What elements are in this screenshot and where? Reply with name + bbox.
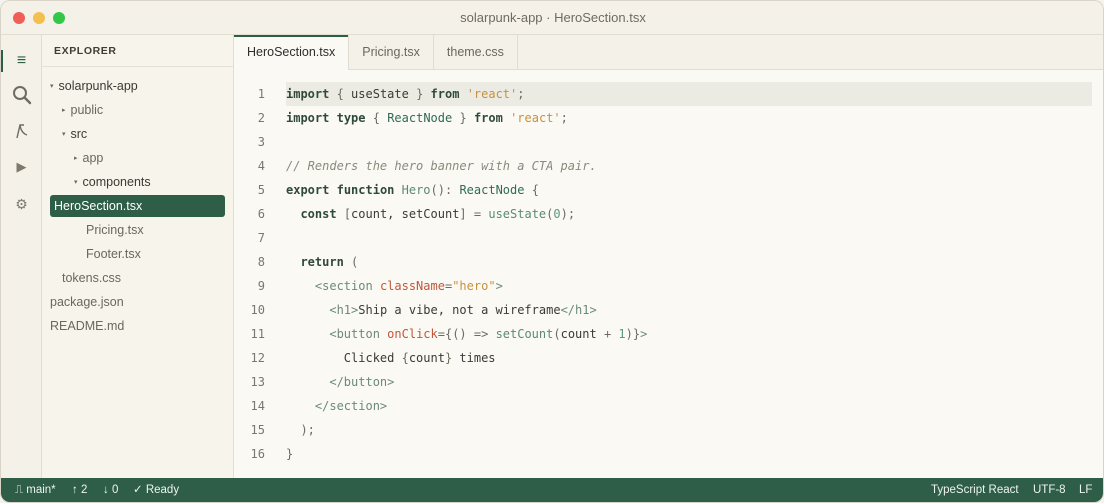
run-icon[interactable]: ▶ xyxy=(1,152,42,182)
activity-bar: ≡ ▶ ⚙ xyxy=(1,35,42,478)
title-bar: solarpunk-app · HeroSection.tsx xyxy=(1,1,1103,35)
tree-file-tokens[interactable]: tokens.css xyxy=(62,267,121,289)
code-text: </button> xyxy=(329,375,395,389)
line-number: 4 xyxy=(257,159,265,173)
tree-item-label: src xyxy=(70,127,88,141)
tree-folder-src[interactable]: ▾ src xyxy=(62,123,87,145)
explorer-header: EXPLORER xyxy=(42,35,233,67)
code-line: 14 </section> xyxy=(234,394,1103,418)
code-line: 8 return ( xyxy=(234,250,1103,274)
code-text: Clicked {count} times xyxy=(286,351,496,365)
line-number: 14 xyxy=(250,399,265,413)
tree-folder-app[interactable]: ▸ app xyxy=(74,147,103,169)
code-editor[interactable]: 1 import { useState } from 'react'; 2 im… xyxy=(234,70,1103,478)
tab-pricing[interactable]: Pricing.tsx xyxy=(349,35,434,70)
code-line: 10 <h1>Ship a vibe, not a wireframe</h1> xyxy=(234,298,1103,322)
line-number: 15 xyxy=(250,423,265,437)
line-number: 12 xyxy=(250,351,265,365)
window-title: solarpunk-app · HeroSection.tsx xyxy=(460,10,646,25)
line-number: 11 xyxy=(250,327,265,341)
code-text: ); xyxy=(300,423,315,437)
code-text: </section> xyxy=(314,399,388,413)
line-number: 6 xyxy=(257,207,265,221)
line-number: 10 xyxy=(250,303,265,317)
file-encoding[interactable]: UTF-8 xyxy=(1033,478,1066,502)
code-line: 2 import type { ReactNode } from 'react'… xyxy=(234,106,1103,130)
code-line: 15 ); xyxy=(234,418,1103,442)
code-line: 1 import { useState } from 'react'; xyxy=(234,82,1103,106)
code-line: 13 </button> xyxy=(234,370,1103,394)
tree-item-label: solarpunk-app xyxy=(58,79,138,93)
code-text: export function Hero(): ReactNode { xyxy=(286,183,539,197)
git-branch-status[interactable]: ⎍ main* xyxy=(15,478,56,502)
tree-file-footer[interactable]: Footer.tsx xyxy=(86,243,141,265)
code-line: 6 const [count, setCount] = useState(0); xyxy=(234,202,1103,226)
tree-folder-public[interactable]: ▸ public xyxy=(62,99,103,121)
tree-item-label: HeroSection.tsx xyxy=(54,199,143,213)
chevron-down-icon: ▾ xyxy=(62,131,66,138)
tree-folder-components[interactable]: ▾ components xyxy=(74,171,151,193)
ready-status: ✓ Ready xyxy=(133,484,180,496)
search-icon[interactable] xyxy=(1,80,42,110)
code-text: <h1>Ship a vibe, not a wireframe</h1> xyxy=(329,303,597,317)
chevron-right-icon: ▸ xyxy=(74,155,78,162)
explorer-sidebar: EXPLORER ▾ solarpunk-app ▸ public ▾ src ▸ ap… xyxy=(42,35,234,478)
code-text: import { useState } from 'react'; xyxy=(286,82,1092,106)
source-control-icon[interactable] xyxy=(1,116,42,146)
code-line: 7 xyxy=(234,226,1103,250)
code-text: } xyxy=(286,447,294,461)
settings-icon[interactable]: ⚙ xyxy=(1,189,42,219)
tree-folder-solarpunk-app[interactable]: ▾ solarpunk-app xyxy=(50,75,138,97)
code-line: 16 } xyxy=(234,442,1103,466)
tree-item-label: public xyxy=(70,103,104,117)
code-text: // Renders the hero banner with a CTA pa… xyxy=(286,159,597,173)
code-line: 12 Clicked {count} times xyxy=(234,346,1103,370)
line-ending[interactable]: LF xyxy=(1079,478,1092,502)
status-bar: ⎍ main* ↑ 2 ↓ 0 ✓ Ready TypeScript React… xyxy=(1,478,1103,502)
line-number: 13 xyxy=(250,375,265,389)
code-line: 11 <button onClick={() => setCount(count… xyxy=(234,322,1103,346)
line-number: 7 xyxy=(257,231,265,245)
line-number: 16 xyxy=(250,447,265,461)
code-line: 3 xyxy=(234,130,1103,154)
line-number: 8 xyxy=(257,255,265,269)
tree-file-readme[interactable]: README.md xyxy=(50,315,124,337)
code-text: const [count, setCount] = useState(0); xyxy=(300,207,576,221)
tree-file-package-json[interactable]: package.json xyxy=(50,291,124,313)
chevron-right-icon: ▸ xyxy=(62,107,66,114)
code-text: import type { ReactNode } from 'react'; xyxy=(286,111,568,125)
code-line: 4 // Renders the hero banner with a CTA … xyxy=(234,154,1103,178)
code-text: <button onClick={() => setCount(count + … xyxy=(329,327,648,341)
tree-file-pricing[interactable]: Pricing.tsx xyxy=(86,219,144,241)
language-mode[interactable]: TypeScript React xyxy=(931,478,1019,502)
tree-item-label: components xyxy=(82,175,151,189)
git-behind-count[interactable]: ↓ 0 xyxy=(103,478,118,502)
code-line: 9 <section className="hero"> xyxy=(234,274,1103,298)
explorer-icon[interactable]: ≡ xyxy=(1,46,42,76)
branch-icon-glyph xyxy=(15,124,27,139)
search-icon-glyph xyxy=(12,86,31,105)
tab-theme[interactable]: theme.css xyxy=(434,35,518,70)
chevron-down-icon: ▾ xyxy=(50,83,54,90)
tab-herosection[interactable]: HeroSection.tsx xyxy=(234,35,350,71)
line-number: 3 xyxy=(257,135,265,149)
tree-file-herosection[interactable]: HeroSection.tsx xyxy=(50,195,225,217)
code-line: 5 export function Hero(): ReactNode { xyxy=(234,178,1103,202)
git-ahead-count[interactable]: ↑ 2 xyxy=(72,478,87,502)
editor-window: solarpunk-app · HeroSection.tsx ≡ ▶ ⚙ EX… xyxy=(0,0,1104,503)
chevron-down-icon: ▾ xyxy=(74,179,78,186)
line-number: 2 xyxy=(257,111,265,125)
line-number: 1 xyxy=(257,87,265,101)
code-text: <section className="hero"> xyxy=(314,279,503,293)
line-number: 9 xyxy=(257,279,265,293)
line-number: 5 xyxy=(257,183,265,197)
editor-tabs: HeroSection.tsx Pricing.tsx theme.css xyxy=(234,35,1103,71)
tree-item-label: app xyxy=(82,151,104,165)
code-text: return ( xyxy=(300,255,359,269)
